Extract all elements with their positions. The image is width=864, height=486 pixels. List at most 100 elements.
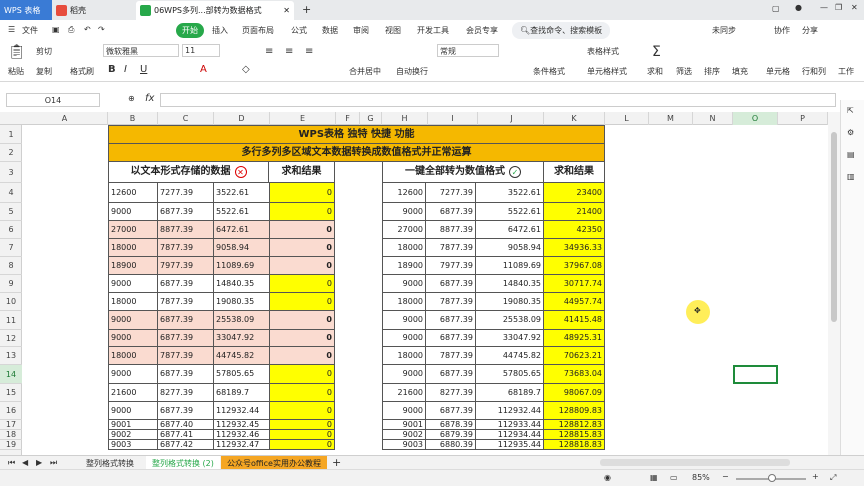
align-left-icon[interactable]: ≡ <box>265 46 273 57</box>
fullscreen-icon[interactable]: ⤢ <box>830 473 836 483</box>
fill-button[interactable]: 填充 <box>732 66 748 77</box>
menu-file[interactable]: 文件 <box>22 25 38 36</box>
page-view-icon[interactable]: ▭ <box>670 473 678 482</box>
horizontal-scrollbar[interactable] <box>600 459 790 466</box>
bold-icon[interactable]: B <box>108 64 116 75</box>
merge-button[interactable]: 合并居中 <box>349 66 381 77</box>
column-header[interactable]: D <box>214 112 270 125</box>
column-header[interactable]: P <box>778 112 828 125</box>
row-header[interactable]: 2 <box>0 144 22 162</box>
sheet-grid[interactable]: WPS表格 独特 快捷 功能 多行多列多区域文本数据转换成数值格式并正常运算 以… <box>22 125 828 455</box>
align-center-icon[interactable]: ≡ <box>285 46 293 57</box>
cut-button[interactable]: 剪切 <box>36 46 52 57</box>
underline-icon[interactable]: U <box>140 64 147 75</box>
copy-button[interactable]: 复制 <box>36 66 52 77</box>
wrap-button[interactable]: 自动换行 <box>396 66 428 77</box>
redo-icon[interactable]: ↷ <box>98 25 105 34</box>
first-sheet-icon[interactable]: ⏮ <box>8 458 15 468</box>
column-header[interactable]: G <box>360 112 382 125</box>
column-header[interactable]: J <box>480 112 544 125</box>
row-col-button[interactable]: 行和列 <box>802 66 826 77</box>
menu-view[interactable]: 视图 <box>385 25 401 36</box>
row-header[interactable]: 17 <box>0 420 22 430</box>
paste-button[interactable]: 粘贴 <box>8 66 24 77</box>
row-header[interactable]: 5 <box>0 203 22 221</box>
column-header[interactable]: K <box>544 112 605 125</box>
minimize-icon[interactable]: — <box>820 3 828 12</box>
number-format-select[interactable]: 常规 <box>437 44 499 57</box>
column-header[interactable]: H <box>382 112 428 125</box>
column-header[interactable]: I <box>428 112 478 125</box>
style-icon[interactable]: ▤ <box>847 150 855 159</box>
sheet-tab-1[interactable]: 整列格式转换 <box>86 458 134 469</box>
sheet-tab-3[interactable]: 公众号office实用办公教程 <box>221 456 327 469</box>
eye-icon[interactable]: ◉ <box>604 473 611 482</box>
undo-icon[interactable]: ↶ <box>84 25 91 34</box>
column-header[interactable]: N <box>693 112 733 125</box>
row-header[interactable]: 6 <box>0 221 22 239</box>
window-close-icon[interactable]: ✕ <box>851 3 858 12</box>
column-header[interactable]: A <box>22 112 108 125</box>
row-header[interactable]: 1 <box>0 125 22 144</box>
row-header[interactable]: 11 <box>0 311 22 330</box>
font-select[interactable]: 微软雅黑 <box>103 44 179 57</box>
vertical-scrollbar[interactable] <box>828 112 840 455</box>
menu-dev[interactable]: 开发工具 <box>417 25 449 36</box>
zoom-in-icon[interactable]: + <box>812 472 819 481</box>
prev-sheet-icon[interactable]: ◀ <box>22 458 28 467</box>
column-header[interactable]: M <box>649 112 693 125</box>
row-header[interactable]: 4 <box>0 183 22 203</box>
menu-member[interactable]: 会员专享 <box>466 25 498 36</box>
sum-icon[interactable]: Σ <box>652 44 661 60</box>
collab-button[interactable]: 协作 <box>774 25 790 36</box>
save-icon[interactable]: ▣ <box>52 25 60 34</box>
tab-wps[interactable]: WPS 表格 <box>0 0 52 20</box>
size-select[interactable]: 11 <box>182 44 220 57</box>
hamburger-icon[interactable]: ☰ <box>8 25 15 34</box>
close-icon[interactable]: ✕ <box>283 6 290 15</box>
name-box[interactable]: O14 <box>6 93 100 107</box>
sheet-tab-2[interactable]: 整列格式转换 (2) <box>146 456 220 469</box>
row-header[interactable]: 10 <box>0 293 22 311</box>
cell-button[interactable]: 单元格 <box>766 66 790 77</box>
paste-icon[interactable]: 📋︎ <box>8 44 26 60</box>
row-header[interactable]: 19 <box>0 440 22 450</box>
menu-data[interactable]: 数据 <box>322 25 338 36</box>
fx-icon[interactable]: fx <box>145 93 154 104</box>
table-style-button[interactable]: 表格样式 <box>587 46 619 57</box>
maximize-icon[interactable]: ❐ <box>835 3 842 12</box>
add-tab-icon[interactable]: + <box>302 3 311 16</box>
row-header[interactable]: 13 <box>0 347 22 365</box>
menu-start[interactable]: 开始 <box>176 23 204 38</box>
sort-button[interactable]: 排序 <box>704 66 720 77</box>
row-header[interactable]: 12 <box>0 330 22 347</box>
tab-document[interactable]: 06WPS多列...部转为数据格式 ✕ <box>136 1 294 20</box>
next-sheet-icon[interactable]: ▶ <box>36 458 42 467</box>
window-icon[interactable]: ▢ <box>772 4 780 13</box>
tab-daoke[interactable]: 稻壳 <box>52 1 132 20</box>
properties-icon[interactable]: ⚙ <box>847 128 854 137</box>
avatar[interactable]: ● <box>795 3 802 12</box>
scroll-thumb[interactable] <box>831 132 837 322</box>
filter-button[interactable]: 筛选 <box>676 66 692 77</box>
column-header[interactable]: C <box>158 112 214 125</box>
worksheet-button[interactable]: 工作 <box>838 66 854 77</box>
column-header[interactable]: F <box>336 112 360 125</box>
zoom-handle[interactable] <box>768 474 776 482</box>
share-button[interactable]: 分享 <box>802 25 818 36</box>
row-header[interactable]: 3 <box>0 162 22 183</box>
unsync-button[interactable]: 未同步 <box>712 25 736 36</box>
add-sheet-icon[interactable]: + <box>332 456 341 469</box>
row-header[interactable]: 15 <box>0 384 22 402</box>
normal-view-icon[interactable]: ▦ <box>650 473 658 482</box>
italic-icon[interactable]: I <box>124 64 127 75</box>
menu-review[interactable]: 审阅 <box>353 25 369 36</box>
row-header[interactable]: 16 <box>0 402 22 420</box>
conditional-format-button[interactable]: 条件格式 <box>533 66 565 77</box>
cell-style-button[interactable]: 单元格样式 <box>587 66 627 77</box>
selected-cell-o14[interactable] <box>733 365 778 384</box>
row-header[interactable]: 14 <box>0 365 22 384</box>
row-header[interactable]: 8 <box>0 257 22 275</box>
column-header[interactable]: O <box>733 112 778 125</box>
menu-formula[interactable]: 公式 <box>291 25 307 36</box>
